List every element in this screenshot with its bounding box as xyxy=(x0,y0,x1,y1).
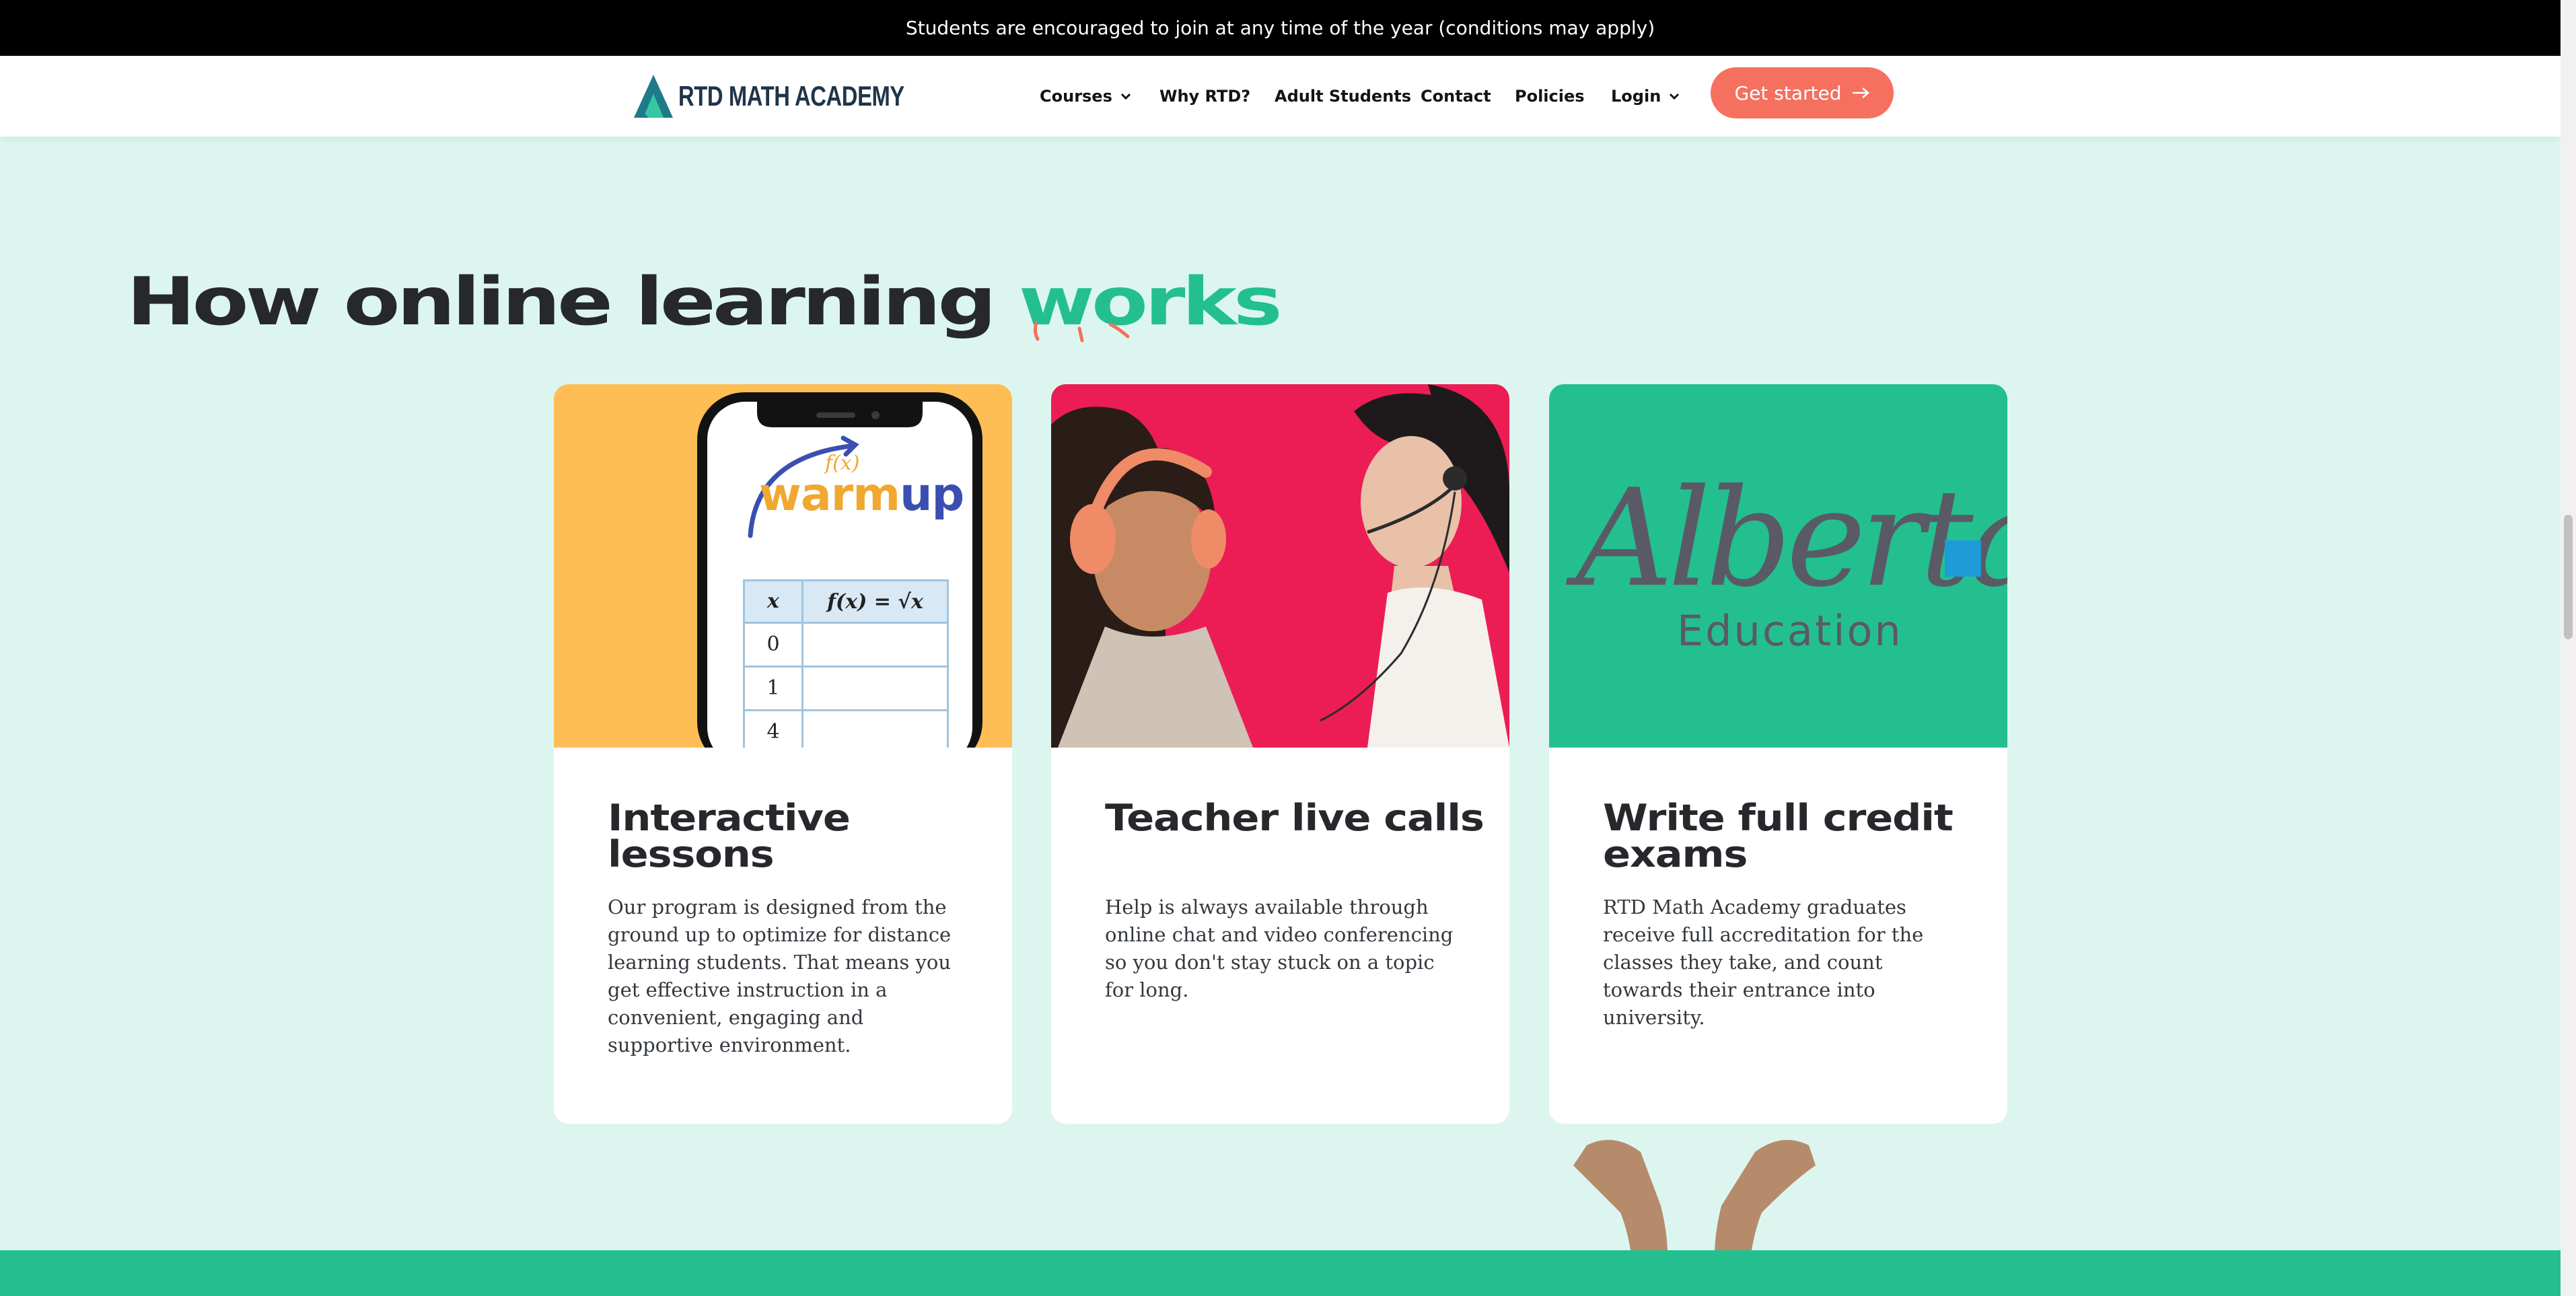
alberta-education-label: Education xyxy=(1677,606,1903,655)
nav-policies-label: Policies xyxy=(1515,87,1585,106)
card-image-alberta: Alberta Education xyxy=(1549,384,2007,748)
warmup-heading: warmup xyxy=(759,468,964,521)
nav-why-rtd[interactable]: Why RTD? xyxy=(1159,56,1250,137)
card-body: Help is always available through online … xyxy=(1105,896,1454,1001)
scrollbar-thumb[interactable] xyxy=(2564,515,2573,639)
triangle-logo-icon xyxy=(634,75,673,118)
table-header-fx: f(x) = √x xyxy=(827,589,923,614)
nav-login-label: Login xyxy=(1611,87,1661,106)
sparkle-decoration-icon xyxy=(1033,321,1130,343)
nav-why-label: Why RTD? xyxy=(1159,87,1251,106)
nav-courses-label: Courses xyxy=(1040,87,1112,106)
announcement-text: Students are encouraged to join at any t… xyxy=(905,17,1655,39)
table-row: 1 xyxy=(745,665,947,709)
card-body: RTD Math Academy graduates receive full … xyxy=(1603,896,1924,1029)
chevron-down-icon xyxy=(1670,93,1680,100)
get-started-label: Get started xyxy=(1734,81,1842,104)
card-title: Interactive lessons xyxy=(608,797,851,875)
alberta-word: Alberta xyxy=(1576,460,2007,617)
nav-adult-label: Adult Students xyxy=(1275,87,1412,106)
card-image-phone: f(x) warmup x f(x) = √x 0 1 4 xyxy=(554,384,1012,748)
arrow-right-icon xyxy=(1852,87,1869,98)
nav-policies[interactable]: Policies xyxy=(1515,56,1585,137)
table-cell-x: 4 xyxy=(745,711,803,748)
chevron-down-icon xyxy=(1120,93,1131,100)
heading-main: How online learning xyxy=(127,264,1019,340)
card-body: Our program is designed from the ground … xyxy=(608,896,952,1056)
table-row: 4 xyxy=(745,709,947,748)
table-row: 0 xyxy=(745,622,947,665)
announcement-bar: Students are encouraged to join at any t… xyxy=(0,0,2561,56)
nav-contact-label: Contact xyxy=(1421,87,1491,106)
page-scrollbar[interactable] xyxy=(2561,0,2576,1296)
card-teacher-live-calls: Teacher live calls Help is always availa… xyxy=(1051,384,1509,1124)
brand-logo[interactable]: RTD MATH ACADEMY xyxy=(634,71,968,122)
table-header-x: x xyxy=(745,581,803,622)
card-interactive-lessons: f(x) warmup x f(x) = √x 0 1 4 Interactiv… xyxy=(554,384,1012,1124)
function-table: x f(x) = √x 0 1 4 xyxy=(743,579,949,748)
nav-courses[interactable]: Courses xyxy=(1040,56,1133,137)
card-title: Write full credit exams xyxy=(1603,797,1954,875)
nav-adult-students[interactable]: Adult Students xyxy=(1275,56,1411,137)
table-cell-x: 0 xyxy=(745,624,803,665)
table-cell-x: 1 xyxy=(745,668,803,709)
card-image-video-call xyxy=(1051,384,1509,748)
warmup-word: warm xyxy=(759,468,900,521)
get-started-button[interactable]: Get started xyxy=(1711,67,1894,118)
brand-name: RTD MATH ACADEMY xyxy=(678,80,904,112)
teacher-student-photo-illustration xyxy=(1051,384,1509,748)
nav-contact[interactable]: Contact xyxy=(1421,56,1491,137)
nav-login[interactable]: Login xyxy=(1611,56,1681,137)
navbar: RTD MATH ACADEMY Courses Why RTD? Adult … xyxy=(0,56,2561,137)
footer-band xyxy=(0,1250,2561,1296)
table-header-row: x f(x) = √x xyxy=(745,581,947,622)
card-write-full-credit-exams: Alberta Education Write full credit exam… xyxy=(1549,384,2007,1124)
alberta-square-icon xyxy=(1945,540,1981,577)
card-title: Teacher live calls xyxy=(1105,797,1484,839)
up-word: up xyxy=(900,468,964,521)
